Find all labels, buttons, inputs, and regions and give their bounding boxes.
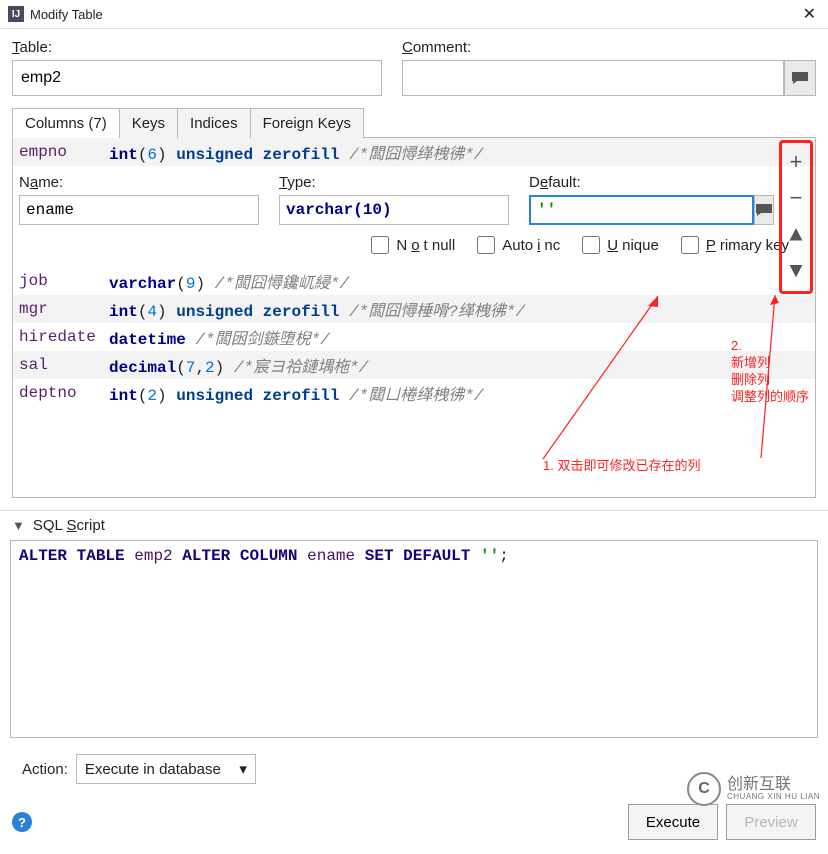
column-default-input[interactable]	[529, 195, 754, 225]
column-edit-panel: Name: Type: Default: Not null Auto inc U…	[13, 166, 815, 267]
column-type: int(4) unsigned zerofill /*闆囧憳棰嗗?缂栧彿*/	[109, 297, 809, 321]
column-row[interactable]: mgrint(4) unsigned zerofill /*闆囧憳棰嗗?缂栧彿*…	[13, 295, 815, 323]
type-label: Type:	[279, 174, 509, 191]
column-name-input[interactable]	[19, 195, 259, 225]
column-name: deptno	[19, 384, 109, 402]
primary-key-checkbox[interactable]: Primary key	[677, 233, 789, 257]
column-row[interactable]: hiredatedatetime /*闆囦剑鏃堕棿*/	[13, 323, 815, 351]
column-type: int(2) unsigned zerofill /*閮ㄩ棬缂栧彿*/	[109, 381, 809, 405]
remove-column-button[interactable]: −	[782, 181, 810, 217]
sql-script-label: SQL Script	[33, 517, 105, 534]
side-tools-box: + − ▲ ▼	[779, 140, 813, 294]
add-column-button[interactable]: +	[782, 145, 810, 181]
collapse-icon: ▼	[12, 518, 25, 533]
column-type: int(6) unsigned zerofill /*闆囧憳缂栧彿*/	[109, 140, 809, 164]
column-row[interactable]: empnoint(6) unsigned zerofill /*闆囧憳缂栧彿*/	[13, 138, 815, 166]
comment-expand-button[interactable]	[784, 60, 816, 96]
default-expand-button[interactable]	[754, 195, 774, 225]
column-name: sal	[19, 356, 109, 374]
column-name: hiredate	[19, 328, 109, 346]
column-name: empno	[19, 143, 109, 161]
tab-foreign-keys[interactable]: Foreign Keys	[251, 108, 364, 138]
bottom-row: ? Execute Preview C 创新互联 CHUANG XIN HU L…	[0, 798, 828, 850]
move-up-button[interactable]: ▲	[782, 217, 810, 253]
column-row[interactable]: deptnoint(2) unsigned zerofill /*閮ㄩ棬缂栧彿*…	[13, 379, 815, 407]
column-type-input[interactable]	[279, 195, 509, 225]
tabs: Columns (7) Keys Indices Foreign Keys	[12, 108, 816, 138]
column-name: mgr	[19, 300, 109, 318]
name-label: Name:	[19, 174, 259, 191]
auto-inc-checkbox[interactable]: Auto inc	[473, 233, 560, 257]
column-list: empnoint(6) unsigned zerofill /*闆囧憳缂栧彿*/…	[12, 138, 816, 498]
annotation-text-1: 1. 双击即可修改已存在的列	[543, 458, 700, 475]
column-name: job	[19, 272, 109, 290]
annotation-text-2: 2. 新增列 删除列 调整列的顺序	[731, 338, 809, 406]
column-row[interactable]: jobvarchar(9) /*闆囧憳鑱屼綅*/	[13, 267, 815, 295]
action-select-value: Execute in database	[85, 761, 221, 778]
speech-bubble-icon	[791, 71, 809, 85]
preview-button[interactable]: Preview	[726, 804, 816, 840]
tab-indices[interactable]: Indices	[178, 108, 251, 138]
titlebar: IJ Modify Table ✕	[0, 0, 828, 29]
watermark-logo-icon: C	[687, 772, 721, 806]
not-null-checkbox[interactable]: Not null	[367, 233, 455, 257]
app-icon: IJ	[8, 6, 24, 22]
table-name-input[interactable]	[12, 60, 382, 96]
tab-keys[interactable]: Keys	[120, 108, 178, 138]
table-label: Table:	[12, 39, 382, 56]
column-row[interactable]: saldecimal(7,2) /*宸ヨ祫鏈堣柂*/	[13, 351, 815, 379]
sql-script-editor[interactable]: ALTER TABLE emp2 ALTER COLUMN ename SET …	[10, 540, 818, 738]
watermark-text: 创新互联	[727, 777, 820, 793]
comment-label: Comment:	[402, 39, 816, 56]
move-down-button[interactable]: ▼	[782, 253, 810, 289]
unique-checkbox[interactable]: Unique	[578, 233, 659, 257]
help-icon[interactable]: ?	[12, 812, 32, 832]
watermark-sub: CHUANG XIN HU LIAN	[727, 793, 820, 801]
window-title: Modify Table	[30, 7, 799, 22]
sql-script-header[interactable]: ▼ SQL Script	[0, 510, 828, 536]
execute-button[interactable]: Execute	[628, 804, 718, 840]
comment-input[interactable]	[402, 60, 784, 96]
close-icon[interactable]: ✕	[799, 4, 820, 24]
top-area: Table: Comment: Columns (7) Keys Indices…	[0, 29, 828, 504]
column-type: datetime /*闆囦剑鏃堕棿*/	[109, 325, 809, 349]
column-type: decimal(7,2) /*宸ヨ祫鏈堣柂*/	[109, 353, 809, 377]
action-select[interactable]: Execute in database ▾	[76, 754, 256, 784]
tab-columns[interactable]: Columns (7)	[12, 108, 120, 138]
default-label: Default:	[529, 174, 729, 191]
chevron-down-icon: ▾	[239, 760, 247, 778]
column-type: varchar(9) /*闆囧憳鑱屼綅*/	[109, 269, 809, 293]
action-label: Action:	[22, 761, 68, 778]
watermark: C 创新互联 CHUANG XIN HU LIAN	[687, 772, 820, 806]
